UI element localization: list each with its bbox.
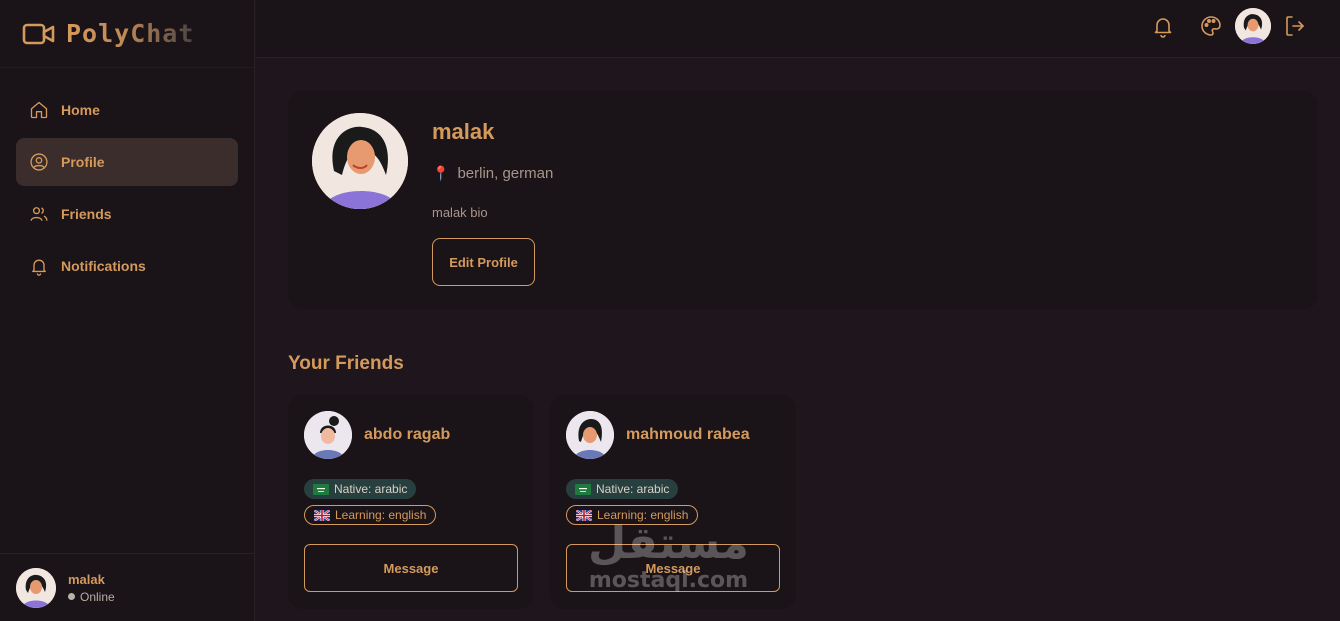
profile-bio: malak bio: [432, 205, 488, 220]
friend-name: abdo ragab: [364, 426, 451, 443]
sidebar-item-home[interactable]: Home: [16, 86, 238, 134]
sidebar-nav: Home Profile Friends Notifications: [0, 68, 254, 290]
message-button[interactable]: Message: [566, 544, 780, 592]
learning-language-badge: Learning: english: [566, 505, 699, 525]
topbar: [256, 0, 1340, 58]
friend-avatar: [304, 411, 352, 459]
native-language-text: Native: arabic: [334, 482, 408, 496]
learning-language-badge: Learning: english: [304, 505, 437, 525]
profile-name: malak: [432, 119, 495, 144]
status-badge: Online: [68, 590, 115, 604]
uk-flag-icon: [314, 509, 330, 521]
avatar: [16, 567, 56, 608]
bell-icon: [32, 259, 46, 276]
main-content: malak 📍 berlin, german malak bio Edit Pr…: [256, 59, 1340, 621]
learning-language-text: Learning: english: [597, 508, 689, 522]
location-pin-icon: 📍: [432, 165, 450, 181]
sidebar-item-label: Home: [61, 102, 100, 118]
bell-icon[interactable]: [1151, 14, 1175, 38]
friends-section-title: Your Friends: [288, 353, 404, 374]
avatar-illustration: [1235, 8, 1271, 44]
current-user-name: malak: [68, 571, 105, 587]
avatar-illustration: [312, 113, 408, 209]
native-language-text: Native: arabic: [596, 482, 670, 496]
sidebar-item-label: Friends: [61, 206, 112, 222]
status-text: Online: [80, 589, 115, 604]
saudi-flag-icon: [313, 483, 329, 495]
home-icon: [30, 101, 48, 119]
learning-language-text: Learning: english: [335, 508, 427, 522]
status-dot: [68, 593, 75, 600]
avatar-illustration: [16, 567, 56, 608]
native-language-badge: Native: arabic: [304, 479, 417, 499]
app-name: PolyChat: [66, 19, 195, 48]
uk-flag-icon: [576, 509, 592, 521]
message-button[interactable]: Message: [304, 544, 518, 592]
palette-icon[interactable]: [1199, 14, 1223, 38]
native-language-badge: Native: arabic: [566, 479, 679, 499]
friend-card: mahmoud rabea Native: arabic Learning: e…: [550, 395, 796, 609]
avatar[interactable]: [1235, 8, 1271, 44]
profile-location: 📍 berlin, german: [432, 165, 553, 182]
profile-card: malak 📍 berlin, german malak bio Edit Pr…: [288, 91, 1318, 309]
friend-avatar: [566, 411, 614, 459]
user-circle-icon: [30, 153, 48, 171]
sidebar-item-label: Notifications: [61, 258, 146, 274]
sidebar-item-notifications[interactable]: Notifications: [16, 242, 238, 290]
profile-avatar: [312, 113, 408, 209]
logout-icon[interactable]: [1283, 14, 1307, 38]
current-user-info: malak Online: [68, 572, 115, 604]
sidebar-item-friends[interactable]: Friends: [16, 190, 238, 238]
friend-card: abdo ragab Native: arabic Learning: engl…: [288, 395, 534, 609]
current-user[interactable]: malak Online: [0, 553, 255, 621]
edit-profile-button[interactable]: Edit Profile: [432, 238, 535, 286]
avatar-illustration: [566, 411, 614, 459]
saudi-flag-icon: [575, 483, 591, 495]
friend-name: mahmoud rabea: [626, 426, 750, 443]
location-text: berlin, german: [457, 165, 554, 182]
logo[interactable]: PolyChat: [0, 0, 254, 68]
sidebar-item-label: Profile: [61, 154, 105, 170]
video-camera-icon: [22, 23, 55, 44]
avatar-illustration: [304, 411, 352, 459]
sidebar-item-profile[interactable]: Profile: [16, 138, 238, 186]
sidebar: PolyChat Home Profile Friends Notificati…: [0, 0, 255, 621]
users-icon: [30, 207, 48, 221]
